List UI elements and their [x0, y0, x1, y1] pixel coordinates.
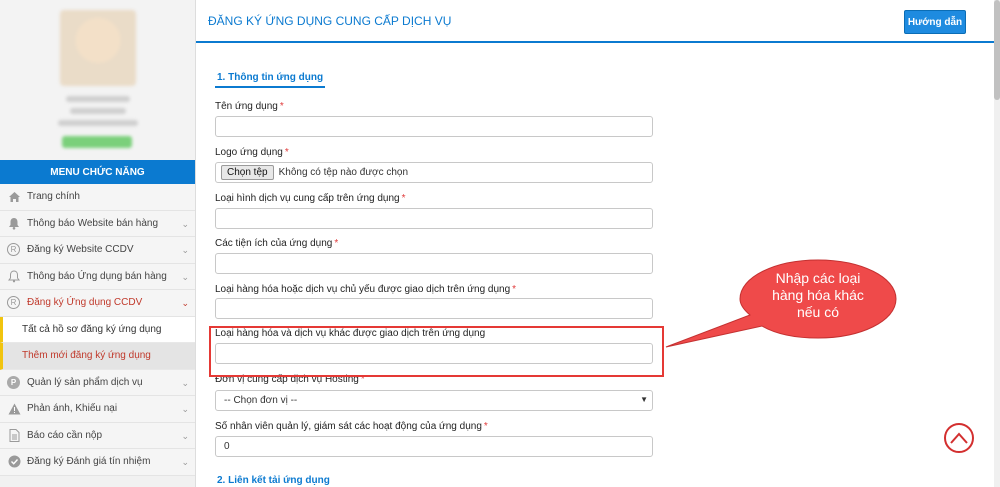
sidebar-item-label: Đăng ký Đánh giá tín nhiệm: [27, 456, 151, 468]
document-icon: [6, 427, 22, 443]
service-type-input[interactable]: [215, 208, 653, 229]
caret-down-icon: ▼: [640, 395, 648, 404]
sidebar-item-label: Báo cáo cần nộp: [27, 429, 103, 441]
label-text: Loại hình dịch vụ cung cấp trên ứng dụng: [215, 193, 400, 204]
highlight-box: [209, 326, 664, 377]
warning-icon: [6, 401, 22, 417]
sidebar: MENU CHỨC NĂNG Trang chính Thông báo Web…: [0, 0, 196, 487]
chevron-down-icon: ⌄: [181, 457, 189, 467]
sidebar-item-app-notice[interactable]: Thông báo Ứng dụng bán hàng ⌄: [0, 263, 195, 290]
field-label-utilities: Các tiện ích của ứng dụng *: [215, 238, 338, 249]
sidebar-item-reports[interactable]: Báo cáo cần nộp ⌄: [0, 422, 195, 449]
required-mark: *: [284, 147, 289, 158]
user-email-blurred: [57, 120, 138, 126]
sidebar-item-label: Thông báo Website bán hàng: [27, 217, 159, 229]
chevron-up-icon: [950, 432, 968, 444]
label-text: Loại hàng hóa hoặc dịch vụ chủ yếu được …: [215, 284, 511, 295]
choose-file-button[interactable]: Chọn tệp: [221, 165, 274, 180]
callout-line: hàng hóa khác: [772, 287, 864, 303]
chevron-down-icon: ⌄: [181, 377, 189, 388]
sidebar-item-complaints[interactable]: Phản ánh, Khiếu nại ⌄: [0, 396, 195, 423]
submenu-item-all-apps[interactable]: Tất cả hồ sơ đăng ký ứng dụng: [0, 316, 195, 343]
callout-text: Nhập các loại hàng hóa khác nếu có: [736, 270, 900, 321]
chevron-down-icon: ⌄: [181, 245, 189, 255]
required-mark: *: [334, 238, 339, 249]
section-title-app-info: 1. Thông tin ứng dụng: [215, 72, 326, 88]
app-name-input[interactable]: [215, 116, 653, 137]
user-name-blurred: [65, 96, 130, 102]
sidebar-item-label: Thông báo Ứng dụng bán hàng: [27, 270, 167, 282]
label-text: Các tiện ích của ứng dụng: [215, 238, 333, 249]
avatar: [60, 10, 136, 86]
hosting-select[interactable]: -- Chọn đơn vị -- ▼: [215, 390, 653, 411]
callout-line: Nhập các loại: [775, 270, 861, 286]
page-header: ĐĂNG KÝ ỨNG DỤNG CUNG CẤP DỊCH VỤ Hướng …: [196, 0, 994, 43]
help-button[interactable]: Hướng dẫn: [904, 10, 966, 34]
staff-count-input[interactable]: 0: [215, 436, 653, 457]
field-label-main-goods: Loại hàng hóa hoặc dịch vụ chủ yếu được …: [215, 284, 516, 295]
label-text: Số nhân viên quản lý, giám sát các hoạt …: [215, 421, 482, 432]
sidebar-item-website-register[interactable]: R Đăng ký Website CCDV ⌄: [0, 237, 195, 264]
sidebar-item-label: Quản lý sản phẩm dịch vụ: [27, 376, 143, 388]
sidebar-item-website-notice[interactable]: Thông báo Website bán hàng ⌄: [0, 210, 195, 237]
field-label-service-type: Loại hình dịch vụ cung cấp trên ứng dụng…: [215, 193, 406, 204]
callout-line: nếu có: [796, 304, 840, 320]
field-label-logo: Logo ứng dụng *: [215, 147, 289, 158]
registered-icon: R: [7, 243, 20, 257]
user-info-blurred: [69, 108, 126, 114]
required-mark: *: [512, 284, 517, 295]
sidebar-item-label: Đăng ký Website CCDV: [27, 244, 134, 256]
label-text: Tên ứng dụng: [215, 101, 278, 112]
page-title: ĐĂNG KÝ ỨNG DỤNG CUNG CẤP DỊCH VỤ: [208, 14, 452, 28]
p-circle-icon: P: [7, 375, 20, 389]
chevron-down-icon: ⌄: [181, 404, 189, 414]
menu-header: MENU CHỨC NĂNG: [0, 160, 195, 184]
required-mark: *: [401, 193, 406, 204]
scrollbar-thumb[interactable]: [994, 0, 1000, 100]
section-title-download-links: 2. Liên kết tải ứng dụng: [215, 475, 332, 487]
sidebar-item-products[interactable]: P Quản lý sản phẩm dịch vụ ⌄: [0, 369, 195, 396]
sidebar-item-app-register[interactable]: R Đăng ký Ứng dụng CCDV ⌄: [0, 290, 195, 317]
sidebar-item-label: Đăng ký Ứng dụng CCDV: [27, 297, 143, 309]
home-icon: [6, 189, 22, 205]
scrollbar[interactable]: [994, 0, 1000, 487]
sidebar-item-label: Phản ánh, Khiếu nại: [27, 403, 118, 415]
user-profile: [0, 0, 195, 160]
utilities-input[interactable]: [215, 253, 653, 274]
submenu-item-add-app[interactable]: Thêm mới đăng ký ứng dụng: [0, 343, 195, 370]
hosting-selected-value: -- Chọn đơn vị --: [224, 395, 298, 406]
registered-icon: R: [7, 296, 20, 310]
chevron-down-icon: ⌄: [181, 271, 189, 282]
sidebar-item-home[interactable]: Trang chính: [0, 184, 195, 211]
field-label-app-name: Tên ứng dụng *: [215, 101, 284, 112]
field-label-staff-count: Số nhân viên quản lý, giám sát các hoạt …: [215, 421, 488, 432]
chevron-down-icon: ⌄: [181, 430, 189, 441]
chevron-down-icon: ⌄: [181, 298, 189, 308]
main-goods-input[interactable]: [215, 298, 653, 319]
check-circle-icon: [6, 454, 22, 470]
user-status-blurred: [62, 136, 132, 148]
logo-file-input[interactable]: Chọn tệp Không có tệp nào được chọn: [215, 162, 653, 183]
bell-outline-icon: [6, 268, 22, 284]
label-text: Logo ứng dụng: [215, 147, 283, 158]
sidebar-item-label: Trang chính: [27, 191, 80, 203]
required-mark: *: [483, 421, 488, 432]
scroll-to-top-button[interactable]: [944, 423, 974, 453]
required-mark: *: [279, 101, 284, 112]
chevron-down-icon: ⌄: [181, 218, 189, 229]
sidebar-item-trust-rating[interactable]: Đăng ký Đánh giá tín nhiệm ⌄: [0, 449, 195, 476]
file-status-text: Không có tệp nào được chọn: [278, 167, 409, 178]
bell-icon: [6, 215, 22, 231]
